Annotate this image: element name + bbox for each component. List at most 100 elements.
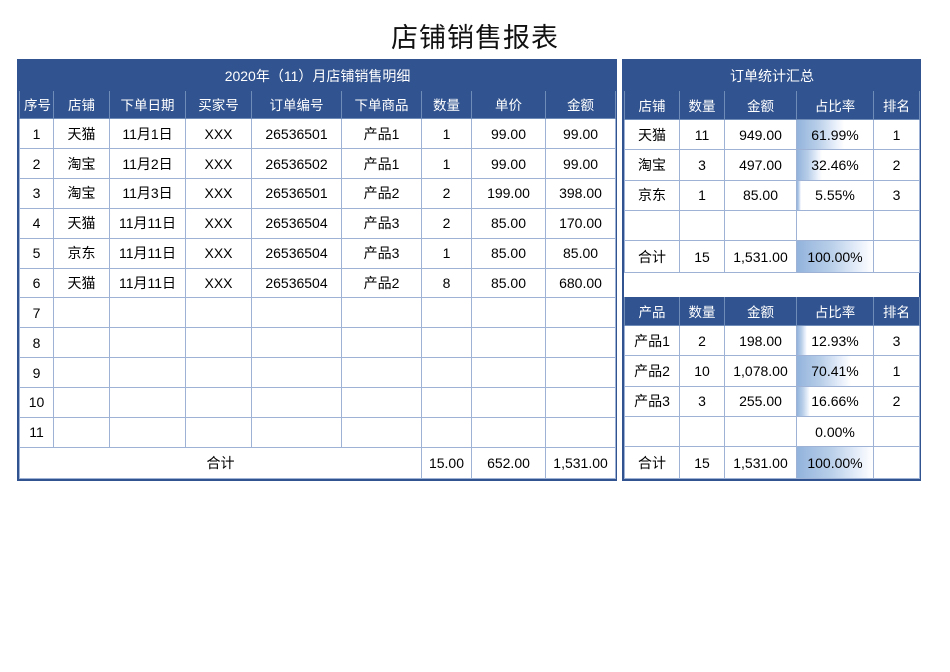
table-row[interactable]: 3 淘宝 11月3日 XXX 26536501 产品2 2 199.00 398.00 [19,178,617,209]
cell-buyer[interactable] [185,357,252,389]
cell-price[interactable]: 85.00 [471,237,546,269]
cell-buyer[interactable]: XXX [185,207,252,239]
cell-order[interactable]: 26536501 [251,118,342,150]
product-summary-row[interactable]: 产品1 2 198.00 12.93% 3 [624,325,921,357]
shop-summary-name[interactable]: 京东 [624,179,680,212]
shop-summary-name[interactable]: 淘宝 [624,149,680,181]
cell-amount[interactable] [544,387,617,418]
cell-price[interactable] [471,327,546,359]
cell-order[interactable]: 26536504 [251,207,342,239]
cell-no[interactable]: 8 [19,327,54,359]
table-row[interactable]: 7 [19,297,617,329]
cell-date[interactable] [109,357,186,389]
cell-no[interactable]: 1 [19,118,54,150]
cell-qty[interactable]: 8 [421,267,472,299]
shop-summary-amount[interactable] [724,210,797,242]
cell-no[interactable]: 9 [19,357,54,389]
cell-no[interactable]: 6 [19,267,54,299]
product-summary-amount[interactable]: 1,078.00 [724,355,797,387]
table-row[interactable]: 11 [19,416,617,448]
product-summary-amount[interactable]: 255.00 [724,385,797,417]
cell-shop[interactable] [53,297,110,329]
column-header-下单商品[interactable]: 下单商品 [341,89,422,120]
cell-date[interactable]: 11月1日 [109,118,186,150]
shop-summary-amount[interactable]: 497.00 [724,149,797,181]
cell-shop[interactable]: 天猫 [53,267,110,299]
shop-summary-name[interactable] [624,210,680,242]
cell-no[interactable]: 10 [19,387,54,418]
cell-price[interactable]: 99.00 [471,118,546,150]
cell-order[interactable] [251,297,342,329]
product-summary-header-产品[interactable]: 产品 [624,295,680,327]
cell-no[interactable]: 4 [19,207,54,239]
cell-shop[interactable] [53,357,110,389]
shop-summary-header-数量[interactable]: 数量 [679,90,725,121]
table-row[interactable]: 10 [19,387,617,418]
cell-qty[interactable]: 1 [421,237,472,269]
cell-price[interactable]: 85.00 [471,267,546,299]
cell-no[interactable]: 2 [19,148,54,179]
cell-shop[interactable]: 淘宝 [53,178,110,209]
cell-order[interactable]: 26536504 [251,237,342,269]
column-header-单价[interactable]: 单价 [471,89,546,120]
product-summary-row[interactable]: 产品2 10 1,078.00 70.41% 1 [624,355,921,387]
shop-summary-header-店铺[interactable]: 店铺 [624,90,680,121]
cell-date[interactable]: 11月11日 [109,267,186,299]
cell-no[interactable]: 5 [19,237,54,269]
product-summary-qty[interactable]: 2 [679,325,725,357]
cell-product[interactable]: 产品2 [341,267,422,299]
shop-summary-row[interactable]: 天猫 11 949.00 61.99% 1 [624,119,921,151]
cell-price[interactable]: 199.00 [471,178,546,209]
cell-date[interactable]: 11月3日 [109,178,186,209]
table-row[interactable]: 4 天猫 11月11日 XXX 26536504 产品3 2 85.00 170.00 [19,207,617,239]
cell-qty[interactable]: 2 [421,207,472,239]
cell-no[interactable]: 3 [19,178,54,209]
cell-amount[interactable] [544,297,617,329]
cell-product[interactable] [341,297,422,329]
cell-price[interactable] [471,416,546,448]
cell-product[interactable] [341,416,422,448]
cell-no[interactable]: 11 [19,416,54,448]
product-summary-rank[interactable]: 1 [872,355,921,387]
product-summary-header-数量[interactable]: 数量 [679,295,725,327]
cell-amount[interactable]: 99.00 [544,148,617,179]
shop-summary-name[interactable]: 天猫 [624,119,680,151]
cell-date[interactable]: 11月11日 [109,207,186,239]
cell-qty[interactable] [421,387,472,418]
cell-buyer[interactable]: XXX [185,267,252,299]
cell-product[interactable] [341,327,422,359]
cell-order[interactable] [251,416,342,448]
shop-summary-qty[interactable]: 1 [679,179,725,212]
shop-summary-qty[interactable]: 11 [679,119,725,151]
shop-summary-row[interactable] [624,210,921,242]
product-summary-row[interactable]: 产品3 3 255.00 16.66% 2 [624,385,921,417]
shop-summary-amount[interactable]: 949.00 [724,119,797,151]
product-summary-qty[interactable]: 3 [679,385,725,417]
cell-date[interactable] [109,297,186,329]
product-summary-qty[interactable] [679,415,725,448]
product-summary-qty[interactable]: 10 [679,355,725,387]
cell-shop[interactable] [53,387,110,418]
cell-no[interactable]: 7 [19,297,54,329]
cell-amount[interactable]: 680.00 [544,267,617,299]
cell-shop[interactable]: 淘宝 [53,148,110,179]
cell-order[interactable]: 26536504 [251,267,342,299]
product-summary-row[interactable]: 0.00% [624,415,921,448]
cell-amount[interactable]: 170.00 [544,207,617,239]
cell-order[interactable] [251,327,342,359]
product-summary-header-金额[interactable]: 金额 [724,295,797,327]
column-header-订单编号[interactable]: 订单编号 [251,89,342,120]
cell-order[interactable]: 26536502 [251,148,342,179]
cell-date[interactable] [109,416,186,448]
shop-summary-rank[interactable]: 3 [872,179,921,212]
cell-buyer[interactable]: XXX [185,148,252,179]
cell-qty[interactable]: 1 [421,118,472,150]
product-summary-name[interactable] [624,415,680,448]
cell-amount[interactable]: 99.00 [544,118,617,150]
table-row[interactable]: 2 淘宝 11月2日 XXX 26536502 产品1 1 99.00 99.00 [19,148,617,179]
cell-shop[interactable]: 天猫 [53,118,110,150]
table-row[interactable]: 6 天猫 11月11日 XXX 26536504 产品2 8 85.00 680.00 [19,267,617,299]
cell-product[interactable] [341,357,422,389]
table-row[interactable]: 8 [19,327,617,359]
shop-summary-header-排名[interactable]: 排名 [872,90,921,121]
